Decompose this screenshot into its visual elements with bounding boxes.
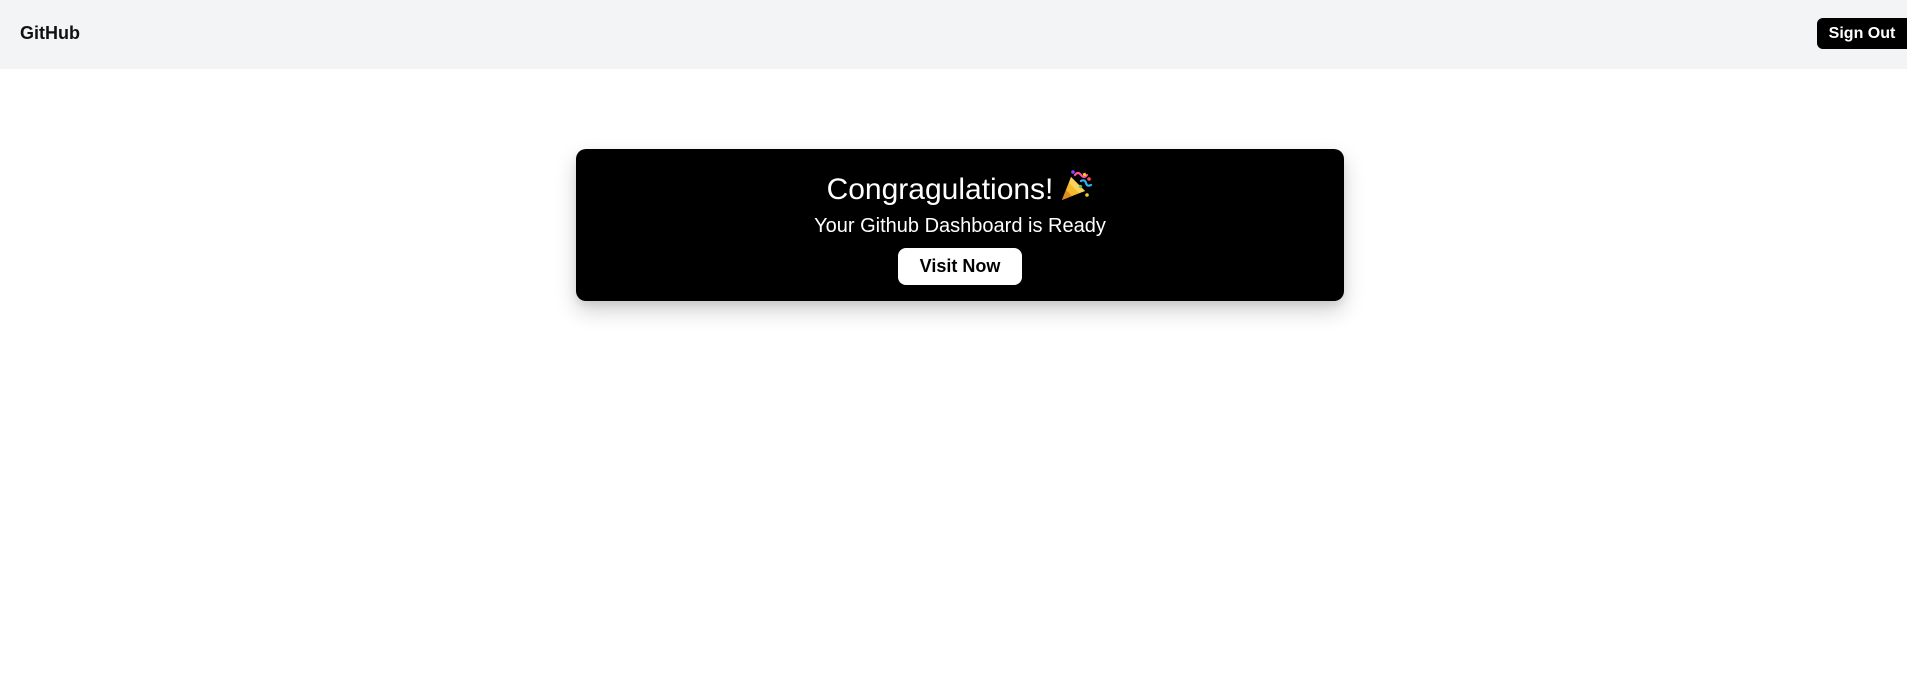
sign-out-button[interactable]: Sign Out bbox=[1817, 18, 1907, 49]
brand-logo-text[interactable]: GitHub bbox=[20, 21, 80, 45]
card-title-row: Congragulations! bbox=[576, 169, 1344, 208]
party-popper-icon bbox=[1059, 169, 1093, 203]
visit-now-button[interactable]: Visit Now bbox=[898, 248, 1022, 285]
congratulations-card: Congragulations! Your Github Dashboard i… bbox=[576, 149, 1344, 301]
card-subtitle: Your Github Dashboard is Ready bbox=[814, 215, 1106, 237]
top-navbar: GitHub Sign Out bbox=[0, 0, 1907, 69]
card-title: Congragulations! bbox=[826, 173, 1054, 206]
